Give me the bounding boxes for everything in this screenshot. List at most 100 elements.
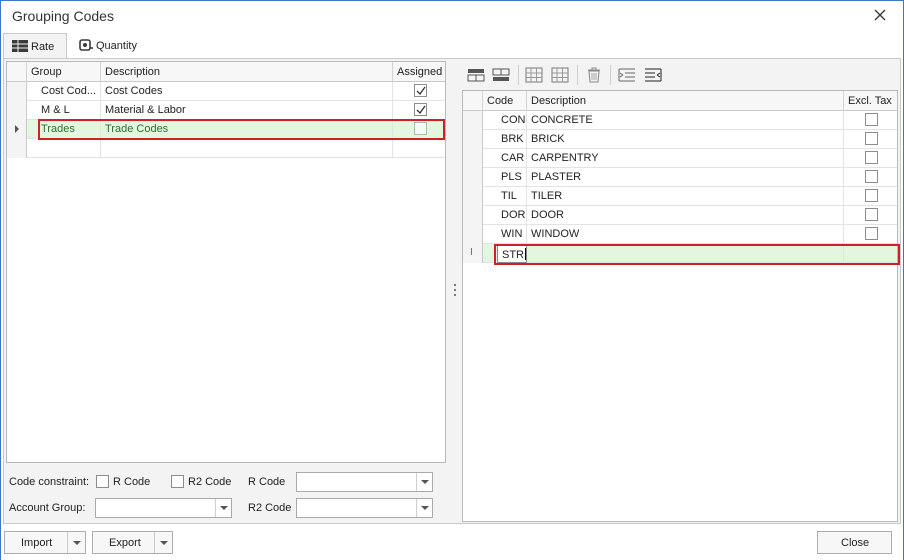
close-button-label: Close <box>841 537 870 549</box>
header-indicator <box>463 91 483 111</box>
table-row[interactable]: M & L Material & Labor <box>27 101 445 120</box>
current-row-arrow-icon <box>15 125 19 133</box>
chevron-down-icon[interactable] <box>416 499 432 517</box>
cell-description[interactable]: Cost Codes <box>101 82 393 101</box>
cell-description[interactable]: DOOR <box>527 206 844 225</box>
code-edit-input[interactable]: STR <box>497 244 527 263</box>
header-indicator <box>7 62 27 82</box>
tab-quantity[interactable]: Quantity <box>71 33 151 58</box>
r2-code-combo[interactable] <box>296 498 433 518</box>
table-row-selected[interactable]: Trades Trade Codes <box>27 120 445 139</box>
table-row[interactable]: CON CONCRETE <box>483 111 897 130</box>
cell-description[interactable]: PLASTER <box>527 168 844 187</box>
header-group[interactable]: Group <box>27 62 101 82</box>
delete-icon[interactable] <box>583 65 605 85</box>
cell-description[interactable]: BRICK <box>527 130 844 149</box>
insert-row-below-icon[interactable] <box>491 65 513 85</box>
chevron-down-icon[interactable] <box>215 499 231 517</box>
cell-code[interactable]: WIN <box>497 225 527 244</box>
import-button[interactable]: Import <box>4 531 86 554</box>
header-description[interactable]: Description <box>527 91 844 111</box>
table-row[interactable]: CAR CARPENTRY <box>483 149 897 168</box>
table-row[interactable]: Cost Cod... Cost Codes <box>27 82 445 101</box>
r-code-combo[interactable] <box>296 472 433 492</box>
toolbar-separator <box>577 65 578 85</box>
codes-grid-header: Code Description Excl. Tax <box>463 91 897 111</box>
cell-description[interactable] <box>527 244 844 263</box>
cell-code[interactable]: BRK <box>497 130 527 149</box>
r2-code-label: R2 Code <box>248 502 292 514</box>
table-row[interactable]: DOR DOOR <box>483 206 897 225</box>
cell-description[interactable]: WINDOW <box>527 225 844 244</box>
excl-tax-checkbox[interactable] <box>865 151 878 164</box>
cell-description[interactable]: Trade Codes <box>101 120 393 139</box>
header-description[interactable]: Description <box>101 62 393 82</box>
account-group-label: Account Group: <box>9 502 86 514</box>
export-button-label: Export <box>109 537 141 549</box>
table-row[interactable]: PLS PLASTER <box>483 168 897 187</box>
groups-grid-header: Group Description Assigned <box>7 62 445 82</box>
checkmark-icon <box>416 86 426 96</box>
new-row[interactable] <box>27 139 445 158</box>
cell-group[interactable]: Cost Cod... <box>37 82 101 101</box>
r-code-check-label: R Code <box>113 476 151 488</box>
cell-description-empty[interactable] <box>101 139 393 158</box>
assigned-checkbox[interactable] <box>414 122 427 135</box>
cell-code[interactable]: TIL <box>497 187 527 206</box>
import-dropdown-icon[interactable] <box>67 532 85 553</box>
assigned-checkbox[interactable] <box>414 103 427 116</box>
excl-tax-checkbox[interactable] <box>865 208 878 221</box>
table-row-editing[interactable]: STR <box>483 244 897 263</box>
cell-code[interactable]: CAR <box>497 149 527 168</box>
r2-code-checkbox[interactable] <box>171 475 184 488</box>
chevron-down-icon[interactable] <box>416 473 432 491</box>
cell-group[interactable]: Trades <box>37 120 101 139</box>
splitter-handle[interactable] <box>453 283 457 297</box>
toolbar-separator <box>610 65 611 85</box>
header-code[interactable]: Code <box>483 91 527 111</box>
indent-icon[interactable] <box>642 65 664 85</box>
outdent-icon[interactable] <box>616 65 638 85</box>
excl-tax-checkbox[interactable] <box>865 170 878 183</box>
grid-alt-icon[interactable] <box>550 65 572 85</box>
excl-tax-checkbox[interactable] <box>865 227 878 240</box>
export-button[interactable]: Export <box>92 531 173 554</box>
grouping-codes-window: Grouping Codes Rate Quantity Group Descr… <box>0 0 904 560</box>
grid-icon[interactable] <box>524 65 546 85</box>
cell-description[interactable]: CARPENTRY <box>527 149 844 168</box>
cell-code[interactable]: PLS <box>497 168 527 187</box>
table-icon <box>12 40 28 52</box>
assigned-checkbox[interactable] <box>414 84 427 97</box>
cell-group-empty[interactable] <box>37 139 101 158</box>
groups-grid: Group Description Assigned Cost Cod... C… <box>6 61 446 463</box>
close-icon[interactable] <box>871 6 889 24</box>
cell-group[interactable]: M & L <box>37 101 101 120</box>
excl-tax-checkbox[interactable] <box>865 113 878 126</box>
cell-description[interactable]: TILER <box>527 187 844 206</box>
r-code-checkbox[interactable] <box>96 475 109 488</box>
tab-rate[interactable]: Rate <box>3 33 67 59</box>
tab-rate-label: Rate <box>31 41 55 53</box>
cell-description[interactable]: Material & Labor <box>101 101 393 120</box>
excl-tax-checkbox[interactable] <box>865 132 878 145</box>
cell-code[interactable]: CON <box>497 111 527 130</box>
header-assigned[interactable]: Assigned <box>393 62 445 82</box>
table-row[interactable]: BRK BRICK <box>483 130 897 149</box>
export-dropdown-icon[interactable] <box>154 532 172 553</box>
tape-measure-icon <box>79 39 93 51</box>
table-row[interactable]: TIL TILER <box>483 187 897 206</box>
account-group-combo[interactable] <box>95 498 232 518</box>
close-button[interactable]: Close <box>817 531 892 554</box>
header-excl-tax[interactable]: Excl. Tax <box>844 91 897 111</box>
edit-cursor-icon: I <box>470 247 473 258</box>
cell-code[interactable]: DOR <box>497 206 527 225</box>
r-code-label: R Code <box>248 476 286 488</box>
excl-tax-checkbox[interactable] <box>865 189 878 202</box>
window-title: Grouping Codes <box>12 8 114 24</box>
import-button-label: Import <box>21 537 53 549</box>
table-row[interactable]: WIN WINDOW <box>483 225 897 244</box>
insert-row-above-icon[interactable] <box>466 65 488 85</box>
cell-description[interactable]: CONCRETE <box>527 111 844 130</box>
toolbar-separator <box>518 65 519 85</box>
r2-code-check-label: R2 Code <box>188 476 232 488</box>
